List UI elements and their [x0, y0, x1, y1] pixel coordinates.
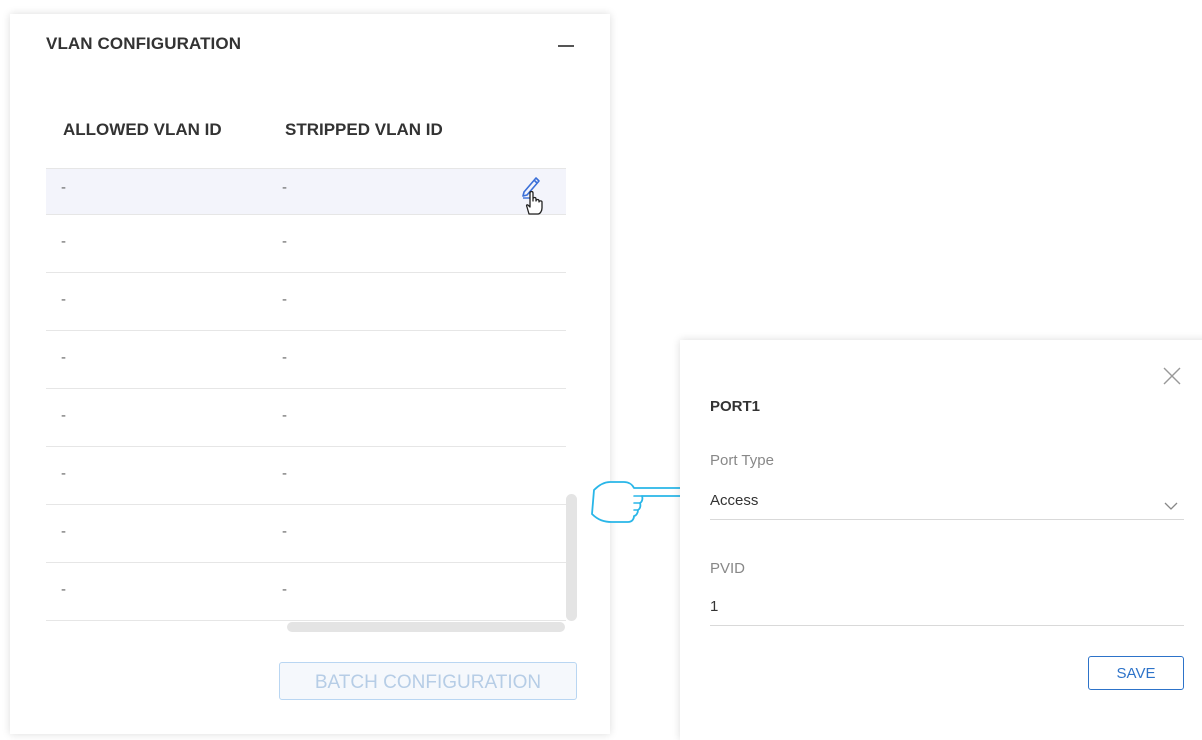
dialog-title: PORT1 [710, 398, 761, 415]
column-header-stripped-vlan-id: STRIPPED VLAN ID [285, 120, 443, 139]
allowed-vlan-cell: - [61, 349, 66, 366]
allowed-vlan-cell: - [61, 179, 66, 196]
stripped-vlan-cell: - [282, 349, 287, 366]
port-config-dialog: PORT1 Port Type Access PVID 1 SAVE [680, 340, 1202, 740]
allowed-vlan-cell: - [61, 233, 66, 250]
table-row: - - [46, 215, 566, 273]
hand-cursor-icon [525, 190, 543, 215]
table-row: - - [46, 505, 566, 563]
stripped-vlan-cell: - [282, 465, 287, 482]
table-header: ALLOWED VLAN ID STRIPPED VLAN ID [46, 102, 566, 169]
table-row: - - [46, 447, 566, 505]
stripped-vlan-cell: - [282, 407, 287, 424]
vlan-table: ALLOWED VLAN ID STRIPPED VLAN ID - - - - [46, 102, 566, 621]
allowed-vlan-cell: - [61, 465, 66, 482]
column-header-allowed-vlan-id: ALLOWED VLAN ID [63, 120, 222, 139]
batch-configuration-button[interactable]: BATCH CONFIGURATION [279, 662, 577, 700]
stripped-vlan-cell: - [282, 291, 287, 308]
vertical-scrollbar[interactable] [566, 494, 577, 621]
port-type-value: Access [710, 492, 759, 509]
panel-title: VLAN CONFIGURATION [46, 34, 242, 53]
stripped-vlan-cell: - [282, 233, 287, 250]
stripped-vlan-cell: - [282, 179, 287, 196]
chevron-down-icon [1164, 498, 1178, 510]
port-type-label: Port Type [710, 452, 774, 469]
table-row: - - [46, 389, 566, 447]
table-row: - - [46, 563, 566, 621]
allowed-vlan-cell: - [61, 291, 66, 308]
table-row: - - [46, 273, 566, 331]
horizontal-scrollbar[interactable] [287, 622, 565, 632]
minus-icon[interactable] [556, 30, 576, 54]
vlan-configuration-panel: VLAN CONFIGURATION ALLOWED VLAN ID STRIP… [10, 14, 610, 734]
pencil-icon[interactable] [520, 171, 546, 215]
pvid-label: PVID [710, 560, 746, 577]
stripped-vlan-cell: - [282, 581, 287, 598]
port-type-select[interactable]: Access [710, 492, 1184, 520]
table-row[interactable]: - - [46, 169, 566, 215]
allowed-vlan-cell: - [61, 581, 66, 598]
pvid-value: 1 [710, 598, 719, 615]
table-row: - - [46, 331, 566, 389]
pvid-input[interactable]: 1 [710, 598, 1184, 626]
allowed-vlan-cell: - [61, 523, 66, 540]
save-button[interactable]: SAVE [1088, 656, 1184, 690]
close-icon[interactable] [1162, 366, 1182, 386]
stripped-vlan-cell: - [282, 523, 287, 540]
pointing-hand-icon [588, 470, 684, 528]
allowed-vlan-cell: - [61, 407, 66, 424]
